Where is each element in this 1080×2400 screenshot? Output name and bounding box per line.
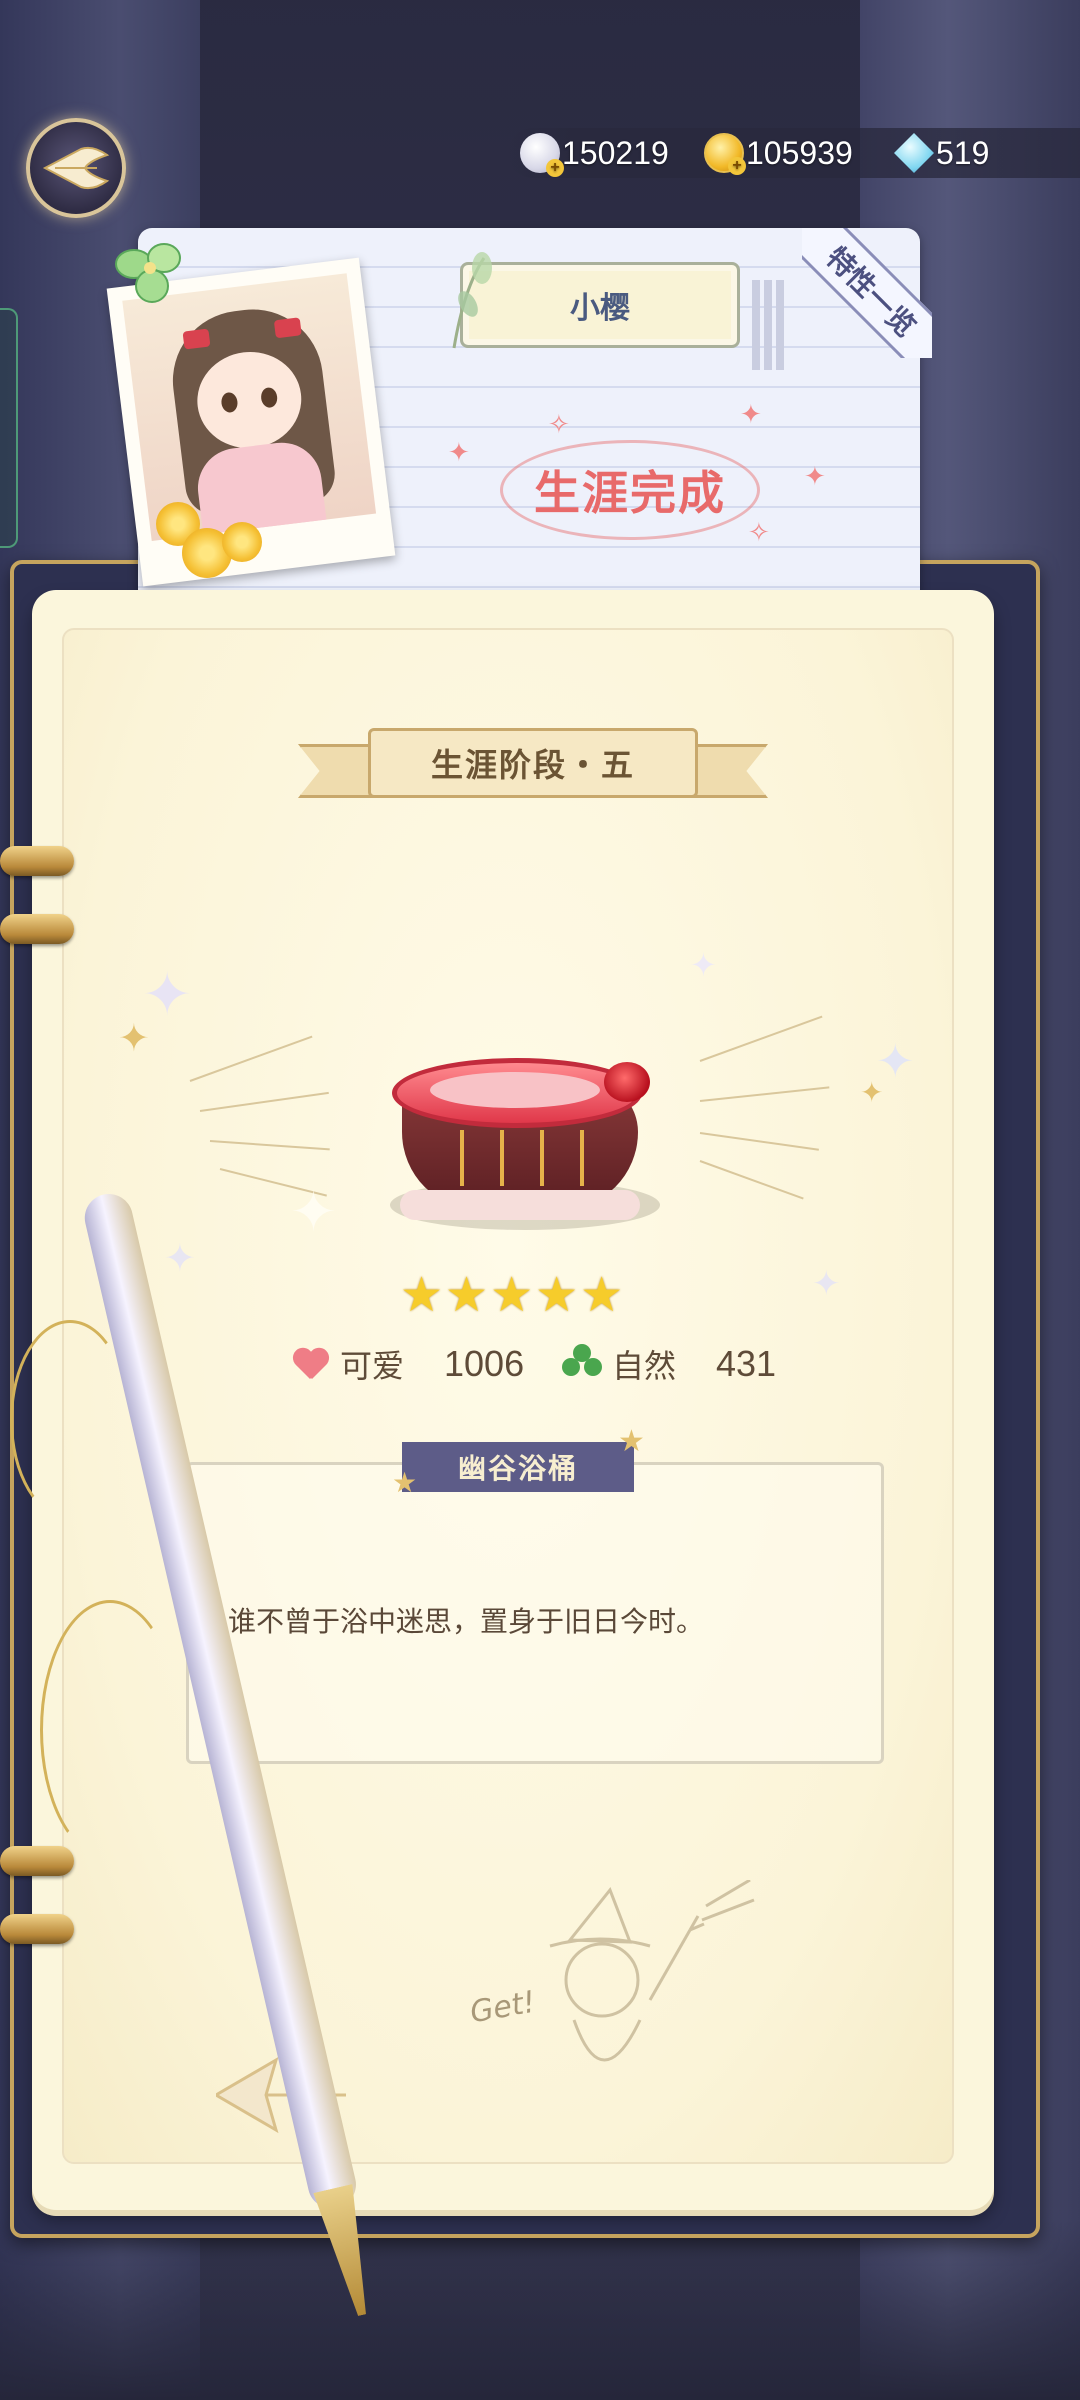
back-arrow-icon xyxy=(42,146,110,190)
sparkle-icon: ✦ xyxy=(164,1236,196,1280)
currency-diamond-value: 519 xyxy=(936,134,990,171)
flower-icon xyxy=(222,522,262,562)
currency-pearl-value: 150219 xyxy=(562,134,669,171)
traits-tab[interactable]: 特性一览 xyxy=(802,228,932,358)
star-icon: ★ xyxy=(400,1267,444,1323)
rose-icon xyxy=(604,1062,650,1102)
item-name-tag: 幽谷浴桶 xyxy=(402,1442,634,1492)
star-icon: ★ xyxy=(445,1267,489,1323)
stage-title: 生涯阶段・五 xyxy=(368,728,698,798)
attribute-natural-label: 自然 xyxy=(612,1347,677,1385)
decorative-grid xyxy=(752,280,786,370)
star-icon: ★ xyxy=(580,1267,624,1323)
clover-icon xyxy=(562,1344,602,1384)
binder-ring xyxy=(0,846,74,876)
vine-decoration xyxy=(10,1320,130,1520)
item-description: 谁不曾于浴中迷思，置身于旧日今时。 xyxy=(228,1605,705,1638)
binder-ring xyxy=(0,1846,74,1876)
sparkle-icon: ✦ xyxy=(740,400,762,430)
traits-tab-label: 特性一览 xyxy=(802,228,932,358)
attribute-cute: 可爱 1006 xyxy=(292,1336,524,1392)
sparkle-icon: ✦ xyxy=(860,1076,884,1109)
plus-icon: + xyxy=(546,159,564,177)
plus-icon: + xyxy=(728,157,746,175)
binder-ring xyxy=(0,1914,74,1944)
sparkle-icon: ✦ xyxy=(118,1016,150,1060)
sparkle-icon: ✦ xyxy=(690,946,717,984)
star-icon: ★ xyxy=(490,1267,534,1323)
bathtub-item-image xyxy=(390,1040,660,1240)
diamond-icon xyxy=(894,133,934,173)
sparkle-icon: ✦ xyxy=(804,462,826,492)
heart-icon xyxy=(292,1347,330,1381)
leaf-sprig-icon xyxy=(452,252,492,349)
sparkle-icon: ✦ xyxy=(290,1180,337,1245)
character-name: 小樱 xyxy=(570,291,630,326)
attribute-cute-label: 可爱 xyxy=(340,1347,405,1385)
career-complete-stamp: 生涯完成 xyxy=(500,440,760,540)
side-panel-tab[interactable] xyxy=(0,308,18,548)
star-rating: ★ ★ ★ ★ ★ xyxy=(400,1270,623,1320)
item-name: 幽谷浴桶 xyxy=(457,1452,578,1485)
star-icon: ★ xyxy=(535,1267,579,1323)
back-button[interactable] xyxy=(26,118,126,218)
career-complete-text: 生涯完成 xyxy=(534,466,726,520)
background-floor-shade xyxy=(0,2220,1080,2400)
sparkle-icon: ✦ xyxy=(812,1264,841,1304)
attribute-natural: 自然 431 xyxy=(562,1336,776,1392)
attribute-cute-value: 1006 xyxy=(444,1343,525,1384)
binder-ring xyxy=(0,914,74,944)
currency-gold[interactable]: + 105939 xyxy=(704,130,853,176)
currency-diamond[interactable]: 519 xyxy=(894,130,989,176)
vine-decoration xyxy=(40,1600,180,1860)
pearl-icon: + xyxy=(520,133,564,177)
stage-banner: 生涯阶段・五 xyxy=(298,718,768,808)
sparkle-icon: ✦ xyxy=(448,438,470,468)
currency-gold-value: 105939 xyxy=(746,134,853,171)
clover-pin-icon xyxy=(115,243,181,303)
sparkle-icon: ✧ xyxy=(748,518,770,548)
sparkle-icon: ★ xyxy=(392,1466,418,1499)
sparkle-icon: ★ xyxy=(618,1424,645,1459)
gold-coin-icon: + xyxy=(704,133,746,175)
attribute-natural-value: 431 xyxy=(716,1343,777,1384)
currency-pearl[interactable]: + 150219 xyxy=(520,130,669,177)
sparkle-icon: ✧ xyxy=(548,410,570,440)
